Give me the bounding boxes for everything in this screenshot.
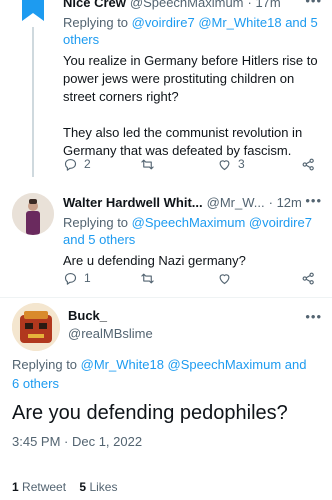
more-icon[interactable]: ••• <box>305 0 322 8</box>
avatar[interactable] <box>12 303 60 351</box>
retweet-icon <box>141 273 154 283</box>
display-name[interactable]: Nice Crew <box>63 0 126 10</box>
tweet-header: Walter Hardwell Whit... @Mr_W... · 12m <box>63 193 322 211</box>
display-name[interactable]: Walter Hardwell Whit... <box>63 195 203 210</box>
tweet-actions: 1 <box>63 269 316 287</box>
user-handle[interactable]: @Mr_W... <box>207 195 265 210</box>
reply-icon <box>64 272 77 285</box>
like-button[interactable]: 3 <box>217 157 294 172</box>
replying-prefix: Replying to <box>63 15 132 30</box>
thread-line <box>32 27 34 177</box>
replying-to: Replying to @SpeechMaximum @voirdire7 an… <box>63 214 322 248</box>
retweet-count: 1 <box>12 480 19 494</box>
tweet-stats: 1 Retweet 5 Likes <box>12 480 117 494</box>
tweet-text: Are u defending Nazi germany? <box>63 253 246 268</box>
retweet-button[interactable] <box>140 271 217 286</box>
retweets-stat[interactable]: 1 Retweet <box>12 480 66 494</box>
share-button[interactable] <box>301 271 316 286</box>
tweet-nice-crew[interactable]: Nice Crew @SpeechMaximum · 17m Replying … <box>0 0 332 183</box>
replying-prefix: Replying to <box>63 215 132 230</box>
divider <box>0 297 332 298</box>
replying-prefix: Replying to <box>12 357 81 372</box>
like-count: 5 <box>79 480 87 494</box>
retweet-icon <box>141 159 154 169</box>
tweet-time[interactable]: · 12m <box>269 195 302 210</box>
display-name[interactable]: Buck_ <box>68 308 107 323</box>
tweet-text: Are you defending pedophiles? <box>12 402 288 424</box>
tweet-text: You realize in Germany before Hitlers ri… <box>63 53 318 158</box>
more-icon[interactable]: ••• <box>305 309 322 324</box>
share-icon <box>302 272 314 284</box>
replying-to: Replying to @Mr_White18 @SpeechMaximum a… <box>12 355 312 393</box>
tweet-header: Nice Crew @SpeechMaximum · 17m <box>63 0 322 11</box>
tweet-actions: 2 3 <box>63 155 316 173</box>
avatar[interactable] <box>12 193 54 235</box>
share-icon <box>302 158 314 170</box>
reply-count: 2 <box>84 157 91 171</box>
user-handle[interactable]: @realMBslime <box>68 326 153 341</box>
tweet-walter[interactable]: Walter Hardwell Whit... @Mr_W... · 12m R… <box>0 192 332 297</box>
share-button[interactable] <box>301 157 316 172</box>
retweet-button[interactable] <box>140 157 217 172</box>
like-button[interactable] <box>217 271 294 286</box>
likes-stat[interactable]: 5 Likes <box>79 480 117 494</box>
tweet-timestamp[interactable]: 3:45 PM · Dec 1, 2022 <box>12 434 142 449</box>
tweet-time[interactable]: · 17m <box>248 0 281 10</box>
avatar-mask-icon <box>12 303 60 351</box>
reply-button[interactable]: 2 <box>63 157 140 172</box>
like-icon <box>219 159 230 170</box>
like-label: Likes <box>89 480 118 494</box>
user-handle[interactable]: @SpeechMaximum <box>130 0 244 10</box>
replying-to: Replying to @voirdire7 @Mr_White18 and 5… <box>63 14 322 48</box>
more-icon[interactable]: ••• <box>305 193 322 208</box>
reply-icon <box>64 158 77 171</box>
reply-button[interactable]: 1 <box>63 271 140 286</box>
like-icon <box>219 273 230 284</box>
retweet-label: Retweet <box>22 480 67 494</box>
like-count: 3 <box>238 157 245 171</box>
avatar-person-icon <box>12 193 54 235</box>
reply-count: 1 <box>84 271 91 285</box>
